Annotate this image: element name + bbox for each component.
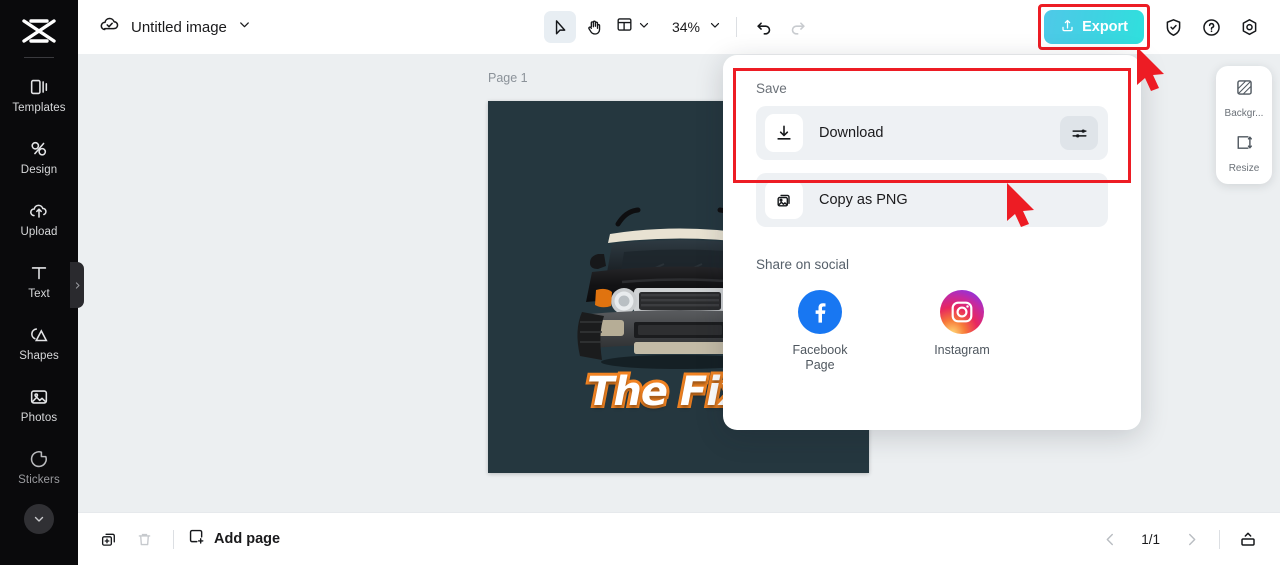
- copy-as-png-option-row[interactable]: Copy as PNG: [756, 173, 1108, 227]
- sidebar-collapse-handle[interactable]: [70, 262, 84, 308]
- sidebar-item-templates[interactable]: Templates: [0, 64, 78, 126]
- resize-tool-button[interactable]: Resize: [1228, 132, 1260, 174]
- sidebar-label: Upload: [20, 226, 58, 238]
- templates-icon: [28, 76, 50, 98]
- save-section-label: Save: [756, 81, 787, 96]
- copy-as-png-label: Copy as PNG: [819, 192, 908, 208]
- sidebar-item-upload[interactable]: Upload: [0, 188, 78, 250]
- trash-icon: [128, 523, 160, 555]
- shapes-icon: [28, 324, 50, 346]
- instagram-label: Instagram: [934, 343, 990, 357]
- redo-icon: [782, 11, 814, 43]
- cursor-select-icon[interactable]: [544, 11, 576, 43]
- resize-label: Resize: [1228, 163, 1260, 174]
- sliders-settings-icon[interactable]: [1060, 116, 1098, 150]
- sidebar-label: Photos: [20, 412, 58, 424]
- sidebar-label: Shapes: [19, 350, 59, 362]
- export-button-wrapper: Export: [1038, 4, 1150, 50]
- sidebar-item-shapes[interactable]: Shapes: [0, 312, 78, 374]
- share-facebook-page-button[interactable]: Facebook Page: [780, 290, 860, 373]
- document-info: Untitled image: [98, 13, 252, 41]
- sidebar-label: Text: [28, 288, 50, 300]
- topbar-right-actions: Export: [1038, 4, 1264, 50]
- next-page-chevron-right-icon: [1175, 523, 1207, 555]
- social-share-row: Facebook Page Instagram: [780, 290, 1141, 373]
- sidebar-label: Stickers: [18, 474, 60, 486]
- prev-page-chevron-left-icon: [1094, 523, 1126, 555]
- text-icon: [28, 262, 50, 284]
- instagram-icon: [940, 290, 984, 334]
- photos-icon: [28, 386, 50, 408]
- capcut-editor-window: Templates Design Upload Text Shapes Phot…: [0, 0, 1280, 565]
- cloud-saved-icon: [98, 13, 121, 41]
- top-toolbar: Untitled image 34% Export: [78, 0, 1280, 54]
- sidebar-expand-button[interactable]: [24, 504, 54, 534]
- document-menu-chevron-down-icon[interactable]: [237, 17, 252, 37]
- export-button[interactable]: Export: [1044, 10, 1144, 44]
- canvas-tools: 34%: [544, 11, 814, 43]
- export-button-label: Export: [1082, 19, 1128, 35]
- download-label: Download: [819, 125, 884, 141]
- expand-panel-icon[interactable]: [1232, 523, 1264, 555]
- layout-chevron-down-icon: [637, 18, 651, 37]
- page-navigation: 1/1: [1094, 523, 1264, 555]
- add-page-label: Add page: [214, 531, 281, 547]
- stickers-icon: [28, 448, 50, 470]
- resize-icon: [1233, 132, 1254, 158]
- help-question-icon[interactable]: [1196, 12, 1226, 42]
- background-pattern-icon: [1234, 77, 1255, 103]
- undo-icon[interactable]: [748, 11, 780, 43]
- add-page-icon: [187, 527, 206, 551]
- share-instagram-button[interactable]: Instagram: [922, 290, 1002, 373]
- design-icon: [28, 138, 50, 160]
- page-indicator: 1/1: [1141, 531, 1160, 547]
- zoom-selector[interactable]: 34%: [664, 18, 725, 37]
- right-tool-panel: Backgr... Resize: [1216, 66, 1272, 184]
- upload-cloud-icon: [28, 200, 50, 222]
- bottom-right-divider: [1219, 529, 1220, 549]
- sidebar-item-design[interactable]: Design: [0, 126, 78, 188]
- layout-grid-icon: [615, 15, 634, 39]
- download-option-row[interactable]: Download: [756, 106, 1108, 160]
- sidebar-item-text[interactable]: Text: [0, 250, 78, 312]
- left-sidebar: Templates Design Upload Text Shapes Phot…: [0, 0, 78, 565]
- share-on-social-label: Share on social: [756, 257, 850, 272]
- copy-image-icon: [765, 181, 803, 219]
- sidebar-item-stickers[interactable]: Stickers: [0, 436, 78, 498]
- add-page-button[interactable]: Add page: [187, 527, 280, 551]
- settings-gear-icon[interactable]: [1234, 12, 1264, 42]
- export-dropdown-panel: Save Download Copy as PNG Share on socia…: [723, 55, 1141, 430]
- zoom-chevron-down-icon: [708, 18, 722, 37]
- hand-pan-icon[interactable]: [578, 11, 610, 43]
- facebook-label: Facebook Page: [792, 343, 848, 372]
- bottom-toolbar: Add page 1/1: [78, 512, 1280, 565]
- sidebar-label: Templates: [12, 102, 66, 114]
- bottom-divider: [173, 529, 174, 549]
- sidebar-divider: [24, 57, 54, 58]
- facebook-icon: [798, 290, 842, 334]
- page-label: Page 1: [488, 71, 528, 85]
- toolbar-divider: [736, 17, 737, 37]
- export-upload-icon: [1060, 18, 1075, 37]
- capcut-logo-icon[interactable]: [17, 14, 61, 48]
- document-title[interactable]: Untitled image: [131, 19, 227, 36]
- shield-check-icon[interactable]: [1158, 12, 1188, 42]
- bottom-left-actions: Add page: [92, 523, 280, 555]
- zoom-level-value: 34%: [671, 19, 701, 35]
- background-tool-button[interactable]: Backgr...: [1224, 77, 1264, 119]
- download-icon: [765, 114, 803, 152]
- layout-selector[interactable]: [612, 15, 654, 39]
- background-label: Backgr...: [1224, 108, 1264, 119]
- sidebar-label: Design: [20, 164, 58, 176]
- duplicate-page-icon[interactable]: [92, 523, 124, 555]
- sidebar-item-photos[interactable]: Photos: [0, 374, 78, 436]
